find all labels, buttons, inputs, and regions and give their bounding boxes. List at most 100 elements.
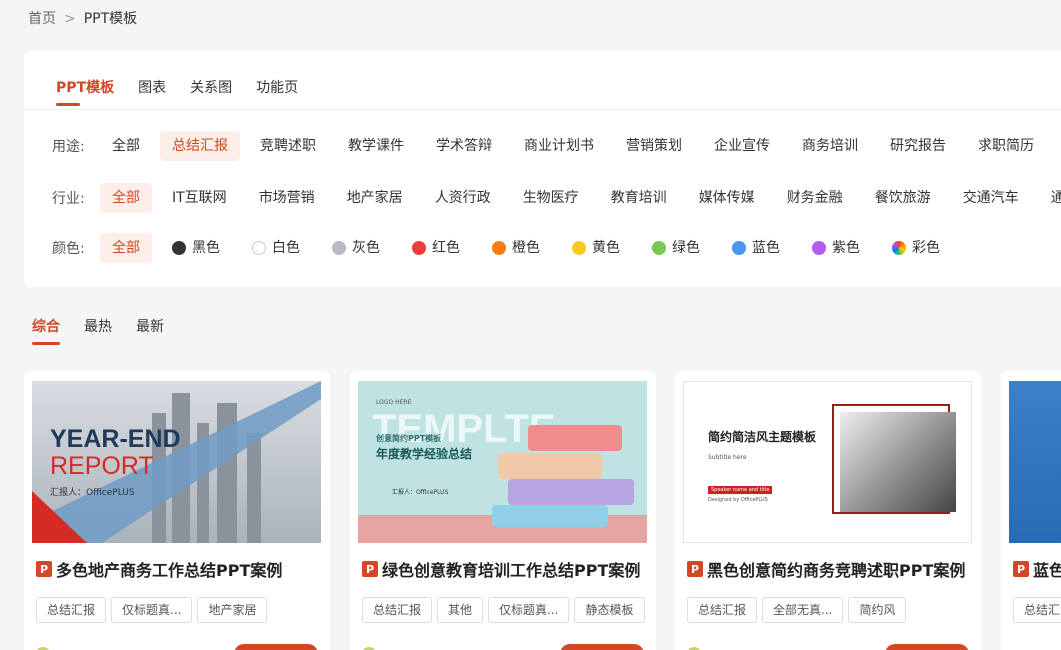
usage-option[interactable]: 求职简历 bbox=[966, 131, 1046, 161]
usage-option[interactable]: 研究报告 bbox=[878, 131, 958, 161]
ppt-file-icon: P bbox=[362, 561, 378, 577]
card-tag[interactable]: 总结汇报 bbox=[36, 597, 107, 623]
card-tag[interactable]: 总结汇报 bbox=[362, 597, 433, 623]
card-tag[interactable]: 静态模板 bbox=[574, 597, 645, 623]
card-title[interactable]: P 黑色创意简约商务竞聘述职PPT案例 bbox=[687, 557, 965, 581]
usage-option[interactable]: 商务培训 bbox=[790, 131, 870, 161]
card-tag[interactable]: 地产家居 bbox=[197, 597, 268, 623]
template-thumbnail[interactable]: TEMPLTE LOGO HERE 创意简约PPT模板 年度教学经验总结 汇报人… bbox=[358, 381, 647, 543]
industry-option[interactable]: 生物医疗 bbox=[511, 183, 591, 213]
thumbnail-designed-by: Designed by OfficePLUS bbox=[708, 497, 768, 503]
template-card[interactable]: 简约简洁风主题模板 Subtitle here Speaker name and… bbox=[675, 371, 981, 650]
color-option-label: 橙色 bbox=[512, 240, 540, 256]
sort-tab-newest[interactable]: 最新 bbox=[136, 316, 164, 345]
card-tags: 总结汇报 全部无真... 简约风 bbox=[687, 597, 911, 623]
green-dot-icon bbox=[652, 241, 666, 255]
sort-tab-hottest[interactable]: 最热 bbox=[84, 316, 112, 345]
usage-option[interactable]: 全部 bbox=[100, 131, 152, 161]
card-title[interactable]: P 绿色创意教育培训工作总结PPT案例 bbox=[362, 557, 640, 581]
card-tag[interactable]: 总结汇报 bbox=[687, 597, 758, 623]
card-title-text: 蓝色 bbox=[1033, 561, 1061, 580]
book-shape bbox=[528, 425, 622, 451]
color-option-yellow[interactable]: 黄色 bbox=[560, 233, 632, 263]
breadcrumb: 首页 > PPT模板 bbox=[28, 8, 137, 28]
rainbow-dot-icon bbox=[892, 241, 906, 255]
color-option-white[interactable]: 白色 bbox=[240, 233, 312, 263]
industry-option[interactable]: 人资行政 bbox=[423, 183, 503, 213]
usage-option[interactable]: 商业计划书 bbox=[512, 131, 606, 161]
template-card[interactable]: TEMPLTE LOGO HERE 创意简约PPT模板 年度教学经验总结 汇报人… bbox=[350, 371, 656, 650]
sort-tab-comprehensive[interactable]: 综合 bbox=[32, 316, 60, 345]
template-card[interactable]: YEAR-END REPORT 汇报人：OfficePLUS P 多色地产商务工作… bbox=[24, 371, 330, 650]
filter-label-color: 颜色: bbox=[52, 241, 85, 257]
color-option-label: 全部 bbox=[112, 240, 140, 256]
card-title[interactable]: P 多色地产商务工作总结PPT案例 bbox=[36, 557, 282, 581]
card-title-text: 黑色创意简约商务竞聘述职PPT案例 bbox=[707, 561, 966, 580]
template-thumbnail[interactable] bbox=[1009, 381, 1061, 543]
usage-option[interactable]: 学术答辩 bbox=[424, 131, 504, 161]
industry-option[interactable]: 餐饮旅游 bbox=[863, 183, 943, 213]
download-button[interactable] bbox=[560, 644, 644, 650]
industry-option[interactable]: 教育培训 bbox=[599, 183, 679, 213]
filter-label-usage: 用途: bbox=[52, 139, 85, 155]
card-tag[interactable]: 全部无真... bbox=[762, 597, 844, 623]
color-option-black[interactable]: 黑色 bbox=[160, 233, 232, 263]
color-option-label: 红色 bbox=[432, 240, 460, 256]
yellow-dot-icon bbox=[572, 241, 586, 255]
color-option-all[interactable]: 全部 bbox=[100, 233, 152, 263]
industry-option[interactable]: IT互联网 bbox=[160, 183, 239, 213]
thumbnail-heading: YEAR-END bbox=[50, 425, 181, 453]
thumbnail-speaker: Speaker name and title bbox=[708, 486, 773, 494]
thumbnail-reporter: 汇报人：OfficePLUS bbox=[392, 489, 449, 496]
industry-option-active[interactable]: 全部 bbox=[100, 183, 152, 213]
template-thumbnail[interactable]: 简约简洁风主题模板 Subtitle here Speaker name and… bbox=[683, 381, 972, 543]
color-option-label: 灰色 bbox=[352, 240, 380, 256]
download-button[interactable] bbox=[234, 644, 318, 650]
industry-option[interactable]: 地产家居 bbox=[335, 183, 415, 213]
template-card[interactable]: P 蓝色 总结汇 bbox=[1001, 371, 1061, 650]
color-option-rainbow[interactable]: 彩色 bbox=[880, 233, 952, 263]
color-option-green[interactable]: 绿色 bbox=[640, 233, 712, 263]
thumbnail-subtitle: Subtitle here bbox=[708, 454, 747, 461]
usage-option[interactable]: 企业宣传 bbox=[702, 131, 782, 161]
card-tag[interactable]: 仅标题真... bbox=[488, 597, 570, 623]
color-option-blue[interactable]: 蓝色 bbox=[720, 233, 792, 263]
download-button[interactable] bbox=[885, 644, 969, 650]
purple-dot-icon bbox=[812, 241, 826, 255]
card-title[interactable]: P 蓝色 bbox=[1013, 557, 1061, 581]
card-tag[interactable]: 其他 bbox=[437, 597, 484, 623]
industry-option[interactable]: 市场营销 bbox=[247, 183, 327, 213]
card-tag[interactable]: 仅标题真... bbox=[111, 597, 193, 623]
breadcrumb-separator: > bbox=[64, 11, 76, 27]
color-option-gray[interactable]: 灰色 bbox=[320, 233, 392, 263]
breadcrumb-home[interactable]: 首页 bbox=[28, 11, 56, 27]
color-option-label: 白色 bbox=[272, 240, 300, 256]
gray-dot-icon bbox=[332, 241, 346, 255]
card-tag[interactable]: 总结汇 bbox=[1013, 597, 1061, 623]
white-dot-icon bbox=[252, 241, 266, 255]
card-tags: 总结汇 bbox=[1013, 597, 1061, 623]
template-thumbnail[interactable]: YEAR-END REPORT 汇报人：OfficePLUS bbox=[32, 381, 321, 543]
usage-option[interactable]: 营销策划 bbox=[614, 131, 694, 161]
color-option-label: 紫色 bbox=[832, 240, 860, 256]
usage-option[interactable]: 竞聘述职 bbox=[248, 131, 328, 161]
thumbnail-subtitle: 汇报人：OfficePLUS bbox=[50, 488, 135, 498]
industry-option[interactable]: 通 bbox=[1039, 183, 1061, 213]
industry-option[interactable]: 媒体传媒 bbox=[687, 183, 767, 213]
filter-label-industry: 行业: bbox=[52, 191, 85, 207]
card-tag[interactable]: 简约风 bbox=[848, 597, 907, 623]
industry-option[interactable]: 交通汽车 bbox=[951, 183, 1031, 213]
color-option-orange[interactable]: 橙色 bbox=[480, 233, 552, 263]
color-option-purple[interactable]: 紫色 bbox=[800, 233, 872, 263]
usage-option[interactable]: 教学课件 bbox=[336, 131, 416, 161]
thumbnail-small-title: 创意简约PPT模板 bbox=[376, 434, 442, 443]
industry-option[interactable]: 财务金融 bbox=[775, 183, 855, 213]
thumbnail-logo: LOGO HERE bbox=[376, 399, 412, 406]
color-option-label: 黑色 bbox=[192, 240, 220, 256]
color-option-label: 蓝色 bbox=[752, 240, 780, 256]
panel-divider bbox=[24, 109, 1061, 110]
card-title-text: 多色地产商务工作总结PPT案例 bbox=[56, 561, 283, 580]
book-shape bbox=[508, 479, 634, 505]
color-option-red[interactable]: 红色 bbox=[400, 233, 472, 263]
usage-option-active[interactable]: 总结汇报 bbox=[160, 131, 240, 161]
